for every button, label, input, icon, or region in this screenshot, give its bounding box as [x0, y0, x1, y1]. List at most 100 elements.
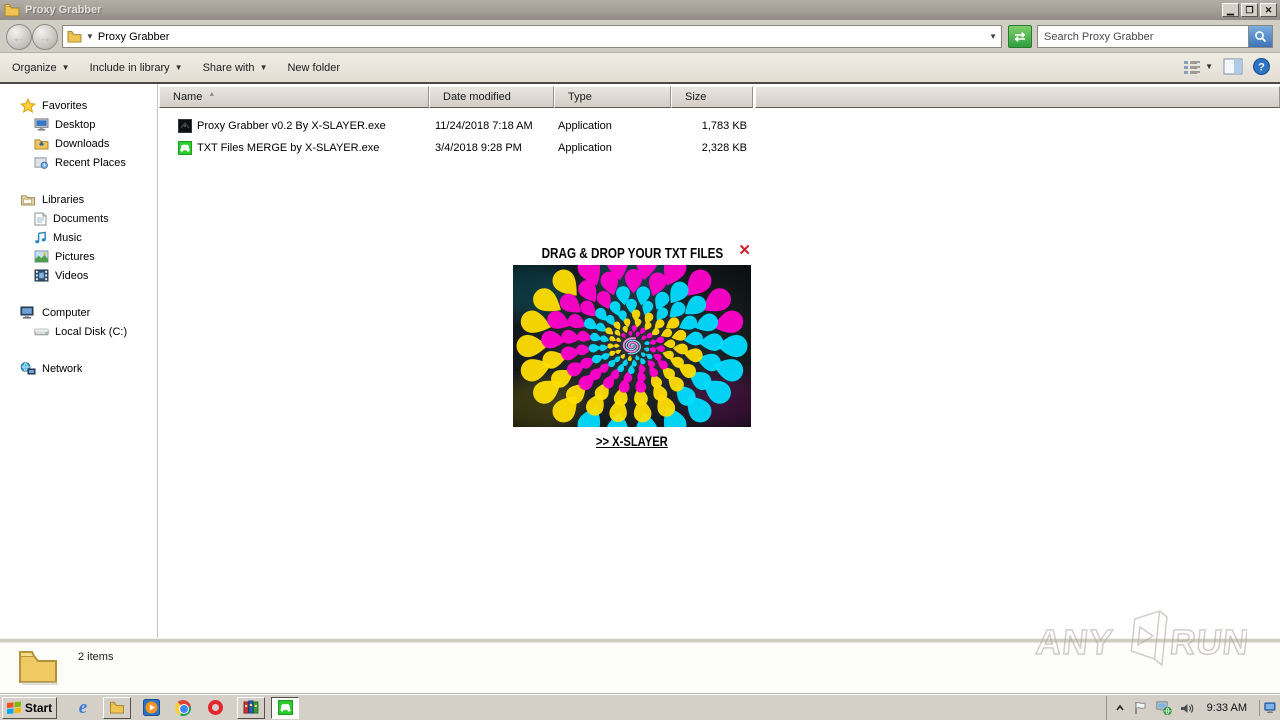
txt-merge-taskbar-button[interactable] [271, 696, 299, 719]
search-button[interactable] [1248, 26, 1272, 47]
dark-app-icon [178, 119, 192, 133]
winrar-books-icon [243, 700, 259, 714]
column-header-size[interactable]: Size [671, 86, 753, 108]
window-title: Proxy Grabber [25, 4, 102, 16]
media-player-icon [142, 699, 160, 716]
computer-icon [20, 306, 34, 319]
sidebar-item-pictures[interactable]: Pictures [0, 247, 157, 266]
current-folder-icon [19, 651, 59, 685]
network-icon [20, 361, 36, 374]
sidebar-item-desktop[interactable]: Desktop [0, 115, 157, 134]
navigation-bar: ← → ▼ Proxy Grabber ▼ ⇄ [0, 20, 1280, 53]
file-row-proxy-grabber[interactable]: Proxy Grabber v0.2 By X-SLAYER.exe 11/24… [159, 115, 919, 137]
sidebar-item-recent-places[interactable]: Recent Places [0, 153, 157, 172]
network-tray-icon[interactable] [1156, 701, 1172, 715]
search-input[interactable] [1038, 30, 1248, 43]
address-dropdown-icon[interactable]: ▼ [989, 32, 997, 41]
address-bar[interactable]: ▼ Proxy Grabber ▼ [62, 25, 1002, 48]
column-header-name[interactable]: Name ▲ [159, 86, 429, 108]
opera-icon [207, 700, 223, 715]
navigation-pane: Favorites Desktop Downloads Recent Place… [0, 84, 158, 638]
item-count: 2 items [78, 651, 114, 663]
green-gamepad-icon [178, 141, 192, 155]
windows-logo-icon [6, 701, 21, 714]
libraries-icon [21, 195, 35, 206]
organize-menu[interactable]: Organize ▼ [4, 58, 78, 78]
back-button[interactable]: ← [6, 24, 32, 50]
drag-drop-overlay-window: DRAG & DROP YOUR TXT FILES ✕ >> X-SLAYER [483, 242, 773, 451]
share-with-menu[interactable]: Share with ▼ [195, 58, 276, 78]
sidebar-item-downloads[interactable]: Downloads [0, 134, 157, 153]
music-icon [35, 231, 46, 243]
sidebar-item-local-disk-c[interactable]: Local Disk (C:) [0, 322, 157, 341]
documents-icon [34, 212, 47, 225]
taskbar: Start e 9:33 AM [0, 694, 1280, 720]
chevron-down-icon: ▼ [61, 63, 70, 72]
column-header-type[interactable]: Type [554, 86, 671, 108]
address-breadcrumb[interactable]: Proxy Grabber [98, 31, 170, 43]
recent-places-icon [34, 157, 48, 169]
videos-icon [34, 269, 49, 282]
downloads-icon [34, 139, 49, 150]
opera-button[interactable] [203, 697, 227, 719]
chevron-down-icon: ▼ [259, 63, 268, 72]
sidebar-item-documents[interactable]: Documents [0, 209, 157, 228]
new-folder-button[interactable]: New folder [279, 58, 348, 78]
action-center-flag-icon[interactable] [1133, 701, 1148, 715]
svg-text:?: ? [1258, 62, 1265, 74]
column-header-date-modified[interactable]: Date modified [429, 86, 554, 108]
volume-icon[interactable] [1180, 702, 1195, 715]
favorites-star-icon [20, 98, 36, 113]
tray-clock[interactable]: 9:33 AM [1203, 702, 1251, 714]
chevron-down-icon: ▼ [1205, 62, 1213, 71]
pictures-icon [34, 250, 49, 263]
explorer-taskbar-button[interactable] [103, 696, 131, 719]
spiral-drop-target-image[interactable] [483, 245, 773, 443]
address-crumb-caret[interactable]: ▼ [86, 32, 94, 41]
file-row-txt-files-merge[interactable]: TXT Files MERGE by X-SLAYER.exe 3/4/2018… [159, 137, 919, 159]
overlay-title: DRAG & DROP YOUR TXT FILES [541, 245, 723, 262]
sort-ascending-icon: ▲ [208, 90, 216, 98]
x-slayer-link[interactable]: >> X-SLAYER [596, 433, 668, 449]
sidebar-group-network[interactable]: Network [0, 359, 157, 378]
sidebar-item-music[interactable]: Music [0, 228, 157, 247]
explorer-folder-icon [110, 701, 124, 714]
refresh-button[interactable]: ⇄ [1008, 25, 1032, 48]
window-folder-icon [4, 4, 20, 17]
sidebar-item-videos[interactable]: Videos [0, 266, 157, 285]
include-in-library-menu[interactable]: Include in library ▼ [82, 58, 191, 78]
help-button[interactable]: ? [1253, 58, 1270, 75]
desktop-icon [34, 118, 49, 131]
command-toolbar: Organize ▼ Include in library ▼ Share with… [0, 53, 1280, 84]
chrome-icon [175, 699, 191, 716]
show-desktop-icon[interactable] [1259, 700, 1278, 716]
sidebar-group-libraries[interactable]: Libraries [0, 190, 157, 209]
sidebar-group-favorites[interactable]: Favorites [0, 96, 157, 115]
change-view-button[interactable]: ▼ [1183, 59, 1213, 75]
forward-button[interactable]: → [32, 24, 58, 50]
system-tray: 9:33 AM [1105, 696, 1278, 720]
views-icon [1184, 60, 1201, 74]
chrome-button[interactable] [171, 697, 195, 719]
local-disk-icon [34, 328, 49, 335]
minimize-button[interactable]: ▁ [1222, 3, 1239, 17]
address-folder-icon [67, 30, 82, 43]
green-gamepad-icon [277, 700, 293, 715]
search-icon [1255, 31, 1267, 43]
sidebar-group-computer[interactable]: Computer [0, 303, 157, 322]
title-bar: Proxy Grabber ▁ ❐ ✕ [0, 0, 1280, 20]
close-button[interactable]: ✕ [1260, 3, 1277, 17]
details-pane: 2 items [0, 643, 1280, 694]
tray-expand-chevron-icon[interactable] [1115, 703, 1125, 713]
column-header-filler [755, 86, 1280, 108]
winrar-taskbar-button[interactable] [237, 696, 265, 719]
restore-button[interactable]: ❐ [1241, 3, 1258, 17]
media-player-button[interactable] [139, 697, 163, 719]
start-button[interactable]: Start [2, 696, 57, 719]
preview-pane-button[interactable] [1223, 58, 1243, 75]
search-box [1037, 25, 1273, 48]
internet-explorer-icon: e [78, 697, 88, 718]
chevron-down-icon: ▼ [174, 63, 183, 72]
overlay-close-icon[interactable]: ✕ [738, 243, 751, 258]
internet-explorer-button[interactable]: e [71, 697, 95, 719]
